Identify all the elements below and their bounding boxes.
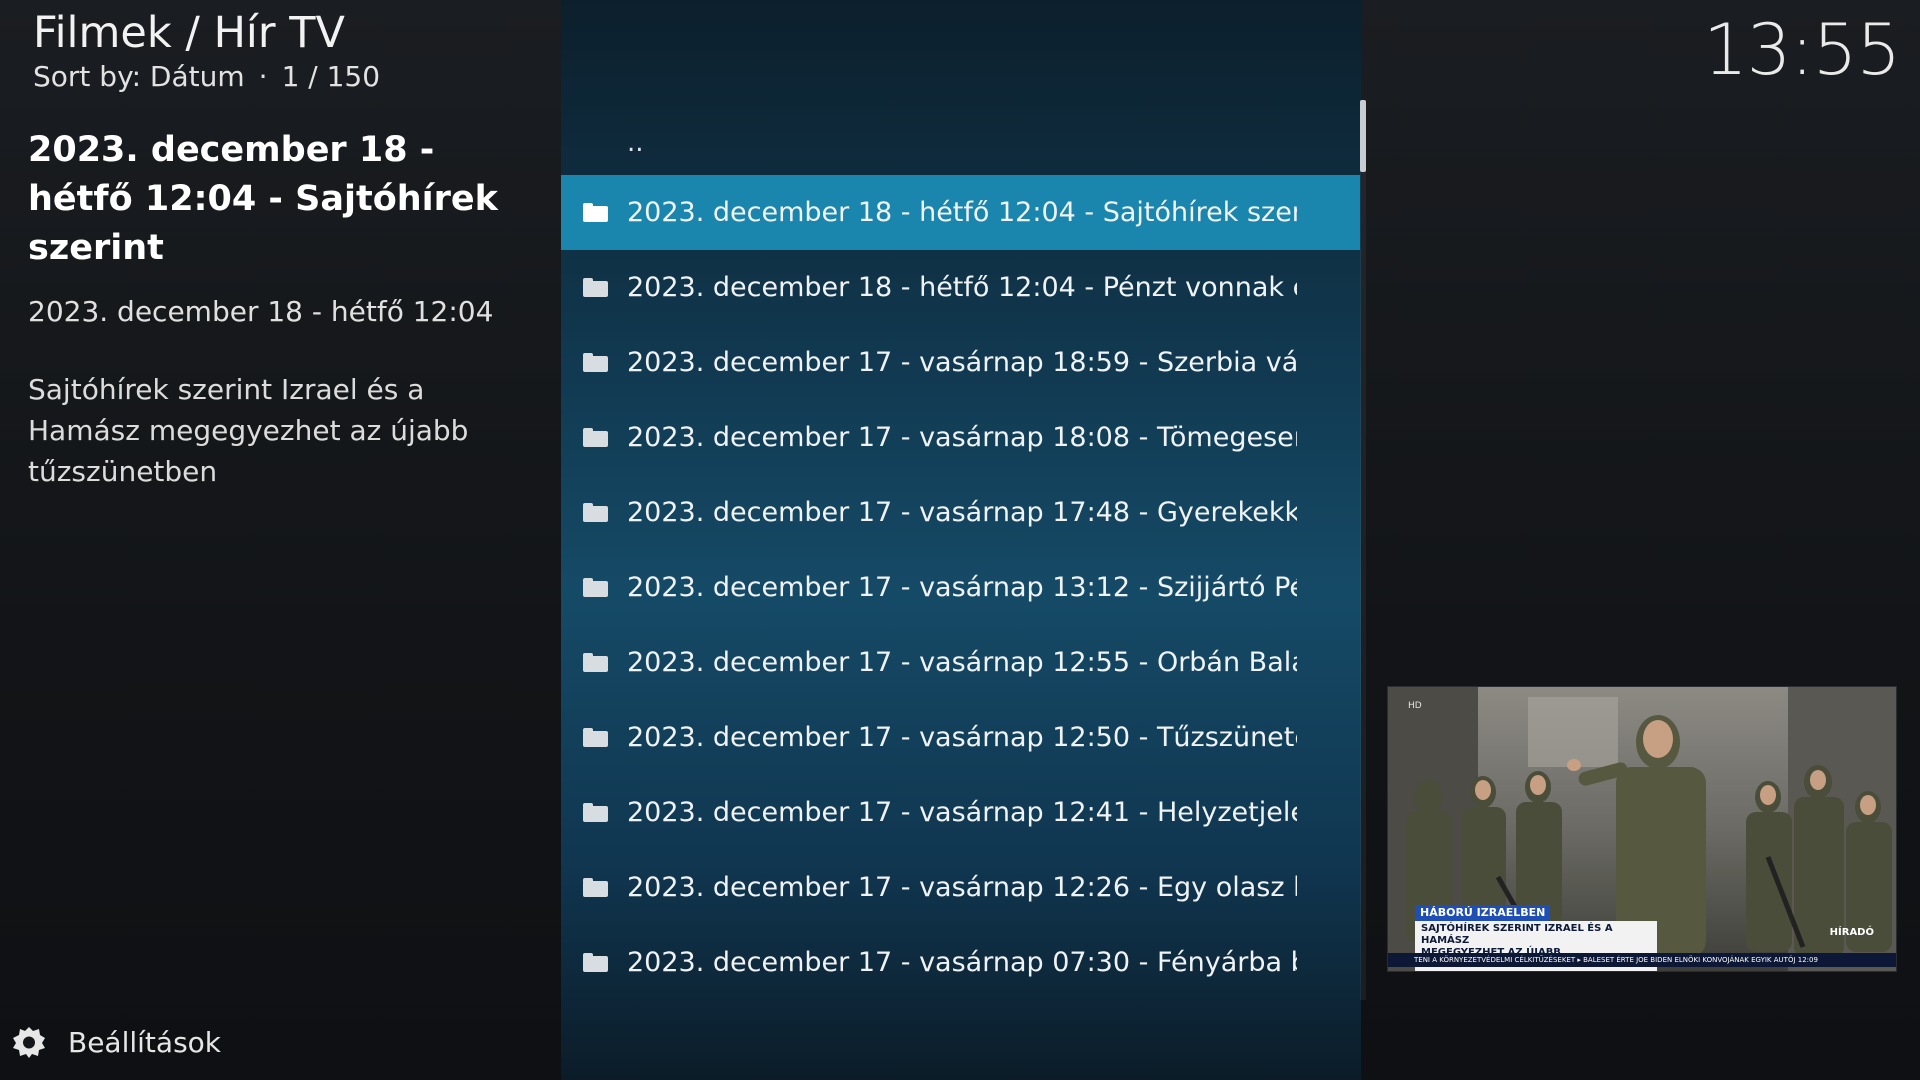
info-date: 2023. december 18 - hétfő 12:04 — [28, 295, 494, 328]
header: Filmek / Hír TV Sort by: Dátum · 1 / 150 — [33, 8, 380, 94]
folder-icon — [583, 653, 608, 672]
info-panel: 2023. december 18 - hétfő 12:04 - Sajtóh… — [28, 126, 528, 492]
settings-button[interactable]: Beállítások — [12, 1022, 221, 1062]
list-item-label: 2023. december 17 - vasárnap 13:12 - Szi… — [627, 572, 1297, 603]
folder-icon — [583, 503, 608, 522]
video-preview[interactable]: HD HÁBORÚ IZRAELBEN SAJTÓHÍREK SZERINT I… — [1387, 686, 1897, 972]
file-list: 2023. december 18 - hétfő 12:04 - Sajtóh… — [561, 175, 1360, 1000]
list-item-label: 2023. december 17 - vasárnap 07:30 - Fén… — [627, 947, 1297, 978]
list-item-label: 2023. december 17 - vasárnap 18:59 - Sze… — [627, 347, 1297, 378]
list-item[interactable]: 2023. december 17 - vasárnap 07:30 - Fén… — [561, 925, 1360, 1000]
folder-icon — [583, 353, 608, 372]
folder-icon — [583, 428, 608, 447]
folder-icon — [583, 578, 608, 597]
list-item[interactable]: 2023. december 17 - vasárnap 12:41 - Hel… — [561, 775, 1360, 850]
list-item-label: 2023. december 17 - vasárnap 12:50 - Tűz… — [627, 722, 1297, 753]
list-item-label: 2023. december 18 - hétfő 12:04 - Pénzt … — [627, 272, 1297, 303]
sort-label[interactable]: Sort by: Dátum — [33, 60, 245, 93]
list-item[interactable]: 2023. december 17 - vasárnap 18:08 - Töm… — [561, 400, 1360, 475]
list-item[interactable]: 2023. december 17 - vasárnap 17:48 - Gye… — [561, 475, 1360, 550]
info-title: 2023. december 18 - hétfő 12:04 - Sajtóh… — [28, 130, 498, 268]
list-item[interactable]: 2023. december 17 - vasárnap 12:26 - Egy… — [561, 850, 1360, 925]
hd-badge: HD — [1408, 701, 1422, 711]
folder-icon — [583, 728, 608, 747]
folder-icon — [583, 878, 608, 897]
list-item[interactable]: 2023. december 17 - vasárnap 12:55 - Orb… — [561, 625, 1360, 700]
list-item[interactable]: 2023. december 18 - hétfő 12:04 - Pénzt … — [561, 250, 1360, 325]
kodi-window: Filmek / Hír TV Sort by: Dátum · 1 / 150 1… — [0, 0, 1920, 1080]
gear-icon — [12, 1025, 46, 1059]
page-title: Filmek / Hír TV — [33, 8, 345, 58]
list-item[interactable]: 2023. december 17 - vasárnap 13:12 - Szi… — [561, 550, 1360, 625]
channel-logo: HÍRADÓ — [1829, 927, 1874, 938]
list-item-label: 2023. december 17 - vasárnap 12:26 - Egy… — [627, 872, 1297, 903]
list-item[interactable]: 2023. december 18 - hétfő 12:04 - Sajtóh… — [561, 175, 1360, 250]
list-item[interactable]: 2023. december 17 - vasárnap 12:50 - Tűz… — [561, 700, 1360, 775]
item-position: 1 / 150 — [281, 60, 381, 93]
folder-icon — [583, 278, 608, 297]
list-item-label: 2023. december 17 - vasárnap 18:08 - Töm… — [627, 422, 1297, 453]
clock: 13:55 — [1703, 9, 1901, 91]
settings-label: Beállítások — [68, 1025, 222, 1059]
folder-icon — [583, 953, 608, 972]
folder-icon — [583, 203, 608, 222]
news-tag: HÁBORÚ IZRAELBEN — [1415, 905, 1551, 921]
list-item-label: 2023. december 17 - vasárnap 17:48 - Gye… — [627, 497, 1297, 528]
news-ticker: TENI A KÖRNYEZETVÉDELMI CÉLKITŰZÉSEKET ▸… — [1388, 953, 1896, 967]
scrollbar-track[interactable] — [1360, 100, 1366, 1000]
parent-folder-item[interactable]: .. — [627, 128, 644, 158]
separator: · — [258, 60, 268, 93]
list-item[interactable]: 2023. december 17 - vasárnap 18:59 - Sze… — [561, 325, 1360, 400]
scrollbar-thumb[interactable] — [1360, 100, 1366, 172]
list-item-label: 2023. december 17 - vasárnap 12:55 - Orb… — [627, 647, 1297, 678]
list-item-label: 2023. december 17 - vasárnap 12:41 - Hel… — [627, 797, 1297, 828]
list-item-label: 2023. december 18 - hétfő 12:04 - Sajtóh… — [627, 197, 1297, 228]
info-plot: Sajtóhírek szerint Izrael és a Hamász me… — [28, 373, 469, 488]
headline-line-1: SAJTÓHÍREK SZERINT IZRAEL ÉS A HAMÁSZ — [1421, 923, 1613, 946]
folder-icon — [583, 803, 608, 822]
sort-info: Sort by: Dátum · 1 / 150 — [33, 60, 380, 94]
